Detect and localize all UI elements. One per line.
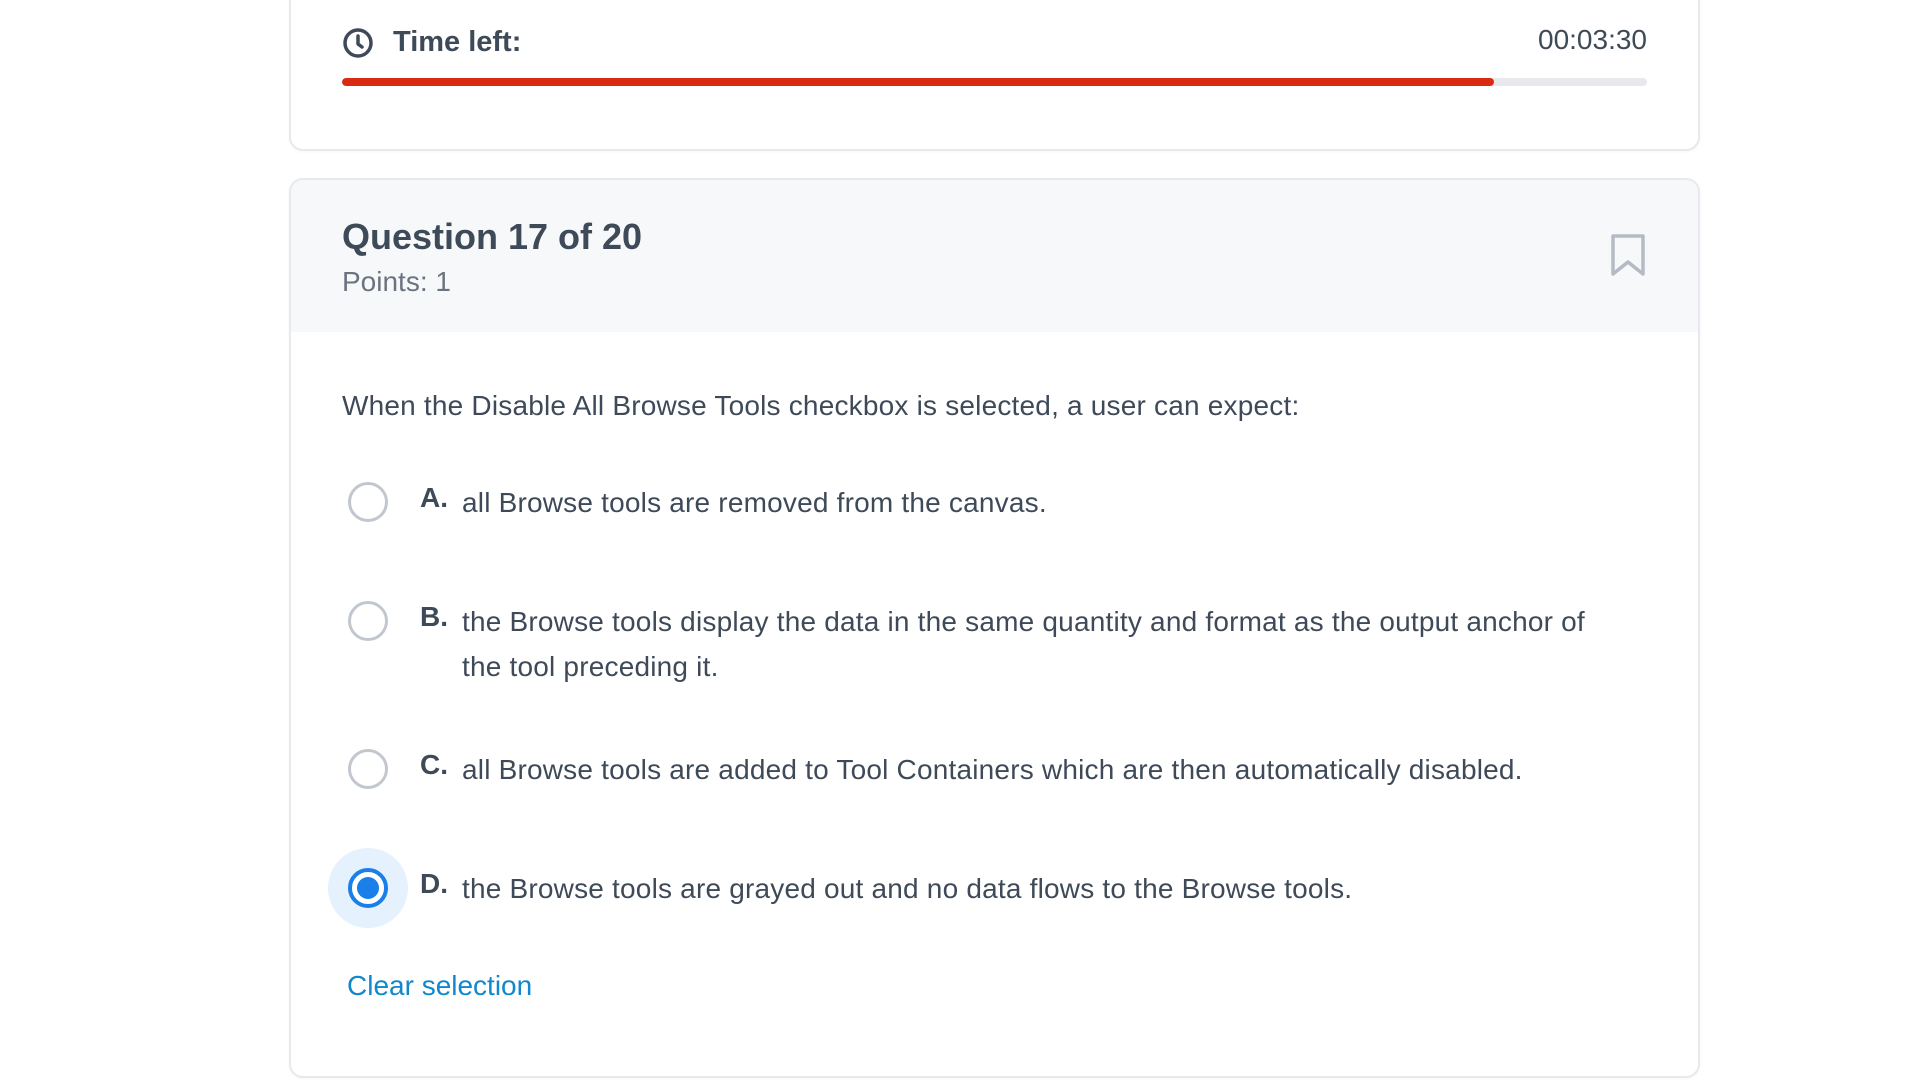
timer-label: Time left: xyxy=(393,26,522,58)
options-list: A. all Browse tools are removed from the… xyxy=(328,180,1647,1076)
option-b-radio-wrap[interactable] xyxy=(328,581,408,661)
timer-card: Time left: 00:03:30 xyxy=(289,0,1700,151)
timer-value: 00:03:30 xyxy=(1538,24,1647,55)
option-a-radio-wrap[interactable] xyxy=(328,462,408,542)
option-c-radio[interactable] xyxy=(348,749,388,789)
timer-row: Time left: 00:03:30 xyxy=(342,22,1647,62)
option-c-text: all Browse tools are added to Tool Conta… xyxy=(462,754,1523,785)
clear-selection-link[interactable]: Clear selection xyxy=(347,970,532,1002)
option-d-text: the Browse tools are grayed out and no d… xyxy=(462,873,1353,904)
option-b[interactable]: B. the Browse tools display the data in … xyxy=(342,581,1647,691)
option-d-radio-wrap[interactable] xyxy=(328,848,408,928)
option-d[interactable]: D. the Browse tools are grayed out and n… xyxy=(328,848,1647,928)
option-a[interactable]: A. all Browse tools are removed from the… xyxy=(342,462,1647,542)
question-card: Question 17 of 20 Points: 1 When the Dis… xyxy=(289,178,1700,1078)
option-b-letter: B. xyxy=(420,601,448,632)
option-a-radio[interactable] xyxy=(348,482,388,522)
option-d-letter: D. xyxy=(420,868,448,899)
clock-icon xyxy=(343,28,373,58)
option-c[interactable]: C. all Browse tools are added to Tool Co… xyxy=(342,729,1647,809)
option-a-text: all Browse tools are removed from the ca… xyxy=(462,487,1047,518)
option-b-radio[interactable] xyxy=(348,601,388,641)
option-c-radio-wrap[interactable] xyxy=(328,729,408,809)
timer-progress-fill xyxy=(342,78,1495,86)
option-a-letter: A. xyxy=(420,482,448,513)
option-c-letter: C. xyxy=(420,749,448,780)
option-b-text: the Browse tools display the data in the… xyxy=(462,606,1585,682)
option-d-radio[interactable] xyxy=(348,868,388,908)
timer-progress-bar xyxy=(342,78,1647,86)
